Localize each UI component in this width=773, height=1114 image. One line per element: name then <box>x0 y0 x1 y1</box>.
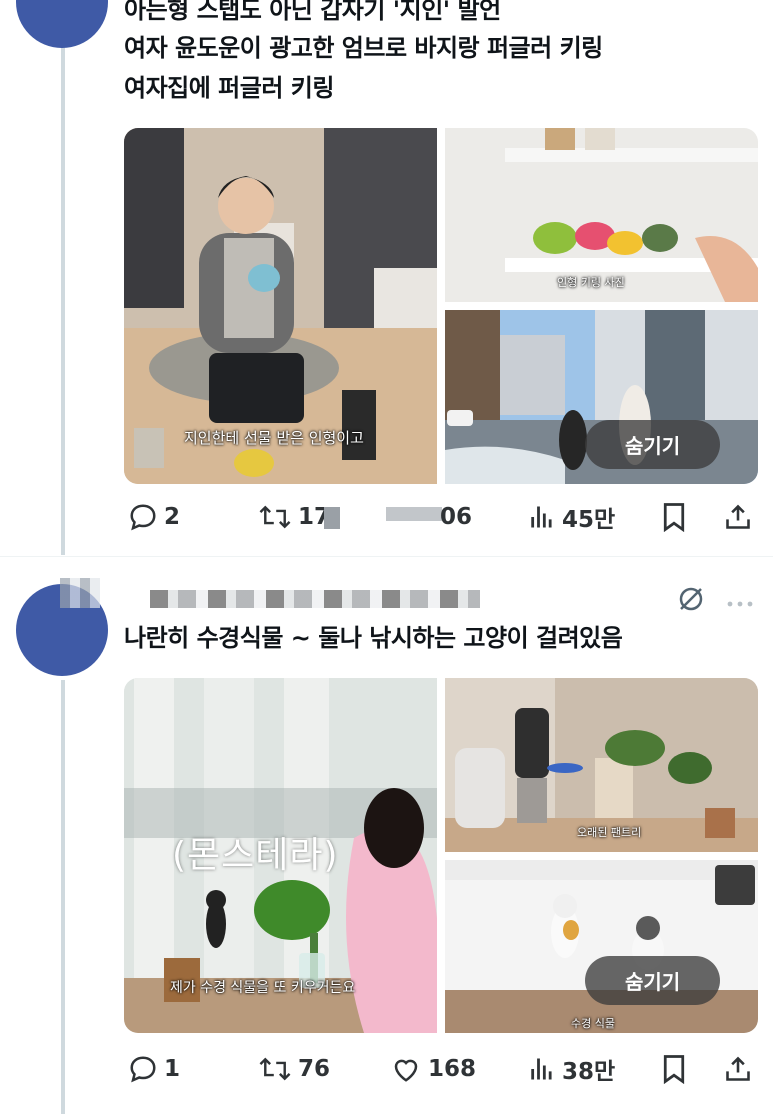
like-icon <box>394 1059 418 1082</box>
tweet-text-line: 여자집에 퍼글러 키링 <box>124 74 334 102</box>
grok-icon <box>679 587 703 611</box>
redacted-count <box>324 507 340 529</box>
photo-monstera[interactable]: (몬스테라) 제가 수경 식물을 또 키우거든요 <box>124 678 437 1033</box>
video-caption: 지인한테 선물 받은 인형이고 <box>184 429 364 447</box>
retweet-icon <box>259 1057 291 1081</box>
reply-count: 1 <box>164 1056 181 1082</box>
share-icon <box>726 504 750 529</box>
photo-street[interactable]: 숨기기 <box>445 310 758 484</box>
tweet-text-line: 여자 윤도운이 광고한 엄브로 바지랑 퍼글러 키링 <box>124 34 603 62</box>
bookmark-button[interactable] <box>661 1051 687 1087</box>
redacted-username <box>150 590 480 608</box>
tweet-text-line: 아는형 스탭도 아닌 갑자기 '지인' 발언 <box>124 0 501 24</box>
retweet-button[interactable]: 76 <box>258 1051 330 1087</box>
reply-icon <box>130 1056 156 1083</box>
like-button[interactable]: 06 <box>440 499 472 535</box>
grok-button[interactable] <box>676 584 706 618</box>
thread-line-2 <box>61 680 65 1114</box>
thread-line-1 <box>61 40 65 555</box>
video-caption: 수경 식물 <box>571 1017 615 1030</box>
reply-count: 2 <box>164 504 181 530</box>
share-icon <box>726 1056 750 1081</box>
hide-button[interactable]: 숨기기 <box>585 420 721 469</box>
photo-cat-figurines-image <box>445 860 758 1033</box>
avatar[interactable] <box>16 0 108 48</box>
views-count: 38만 <box>562 1059 616 1085</box>
bookmark-icon <box>663 1055 685 1084</box>
media-grid: 지인한테 선물 받은 인형이고 인형 키링 사진 숨기기 <box>124 128 758 484</box>
views-button[interactable]: 45만 <box>528 499 615 535</box>
more-icon <box>727 601 753 607</box>
tweet-2-text: 나란히 수경식물 ~ 둘나 낚시하는 고양이 걸려있음 <box>124 624 623 652</box>
photo-room-plants[interactable]: 오래된 팬트리 <box>445 678 758 852</box>
views-button[interactable]: 38만 <box>528 1051 615 1087</box>
like-button[interactable]: 168 <box>390 1051 476 1087</box>
tweet-2-actions: 1 76 168 38만 <box>124 1051 764 1087</box>
media-grid: (몬스테라) 제가 수경 식물을 또 키우거든요 오래된 팬트리 숨기기 수경 … <box>124 678 758 1033</box>
redacted-avatar-edge <box>60 578 100 608</box>
photo-cat-figurines[interactable]: 숨기기 수경 식물 <box>445 860 758 1033</box>
retweet-count: 76 <box>298 1056 331 1082</box>
tweet-divider <box>0 556 773 557</box>
like-count: 06 <box>440 504 473 530</box>
retweet-button[interactable]: 17 <box>258 499 330 535</box>
video-caption: 인형 키링 사진 <box>557 276 625 289</box>
like-count: 168 <box>428 1056 477 1082</box>
overlay-text: (몬스테라) <box>172 835 339 876</box>
tweet-1-actions: 2 17 06 45만 <box>124 499 764 535</box>
reply-button[interactable]: 1 <box>128 1051 180 1087</box>
photo-shelf-dolls[interactable]: 인형 키링 사진 <box>445 128 758 302</box>
video-caption: 오래된 팬트리 <box>577 826 642 839</box>
share-button[interactable] <box>724 499 752 535</box>
bookmark-button[interactable] <box>661 499 687 535</box>
views-count: 45만 <box>562 507 616 533</box>
reply-icon <box>130 504 156 531</box>
views-icon <box>531 1058 552 1080</box>
bookmark-icon <box>663 503 685 532</box>
video-caption: 제가 수경 식물을 또 키우거든요 <box>170 980 356 996</box>
reply-button[interactable]: 2 <box>128 499 180 535</box>
views-icon <box>531 506 552 528</box>
hide-button[interactable]: 숨기기 <box>585 956 721 1005</box>
more-button[interactable] <box>726 594 754 613</box>
photo-man-with-doll[interactable]: 지인한테 선물 받은 인형이고 <box>124 128 437 484</box>
retweet-icon <box>259 505 291 529</box>
redacted-like <box>386 507 442 521</box>
share-button[interactable] <box>724 1051 752 1087</box>
